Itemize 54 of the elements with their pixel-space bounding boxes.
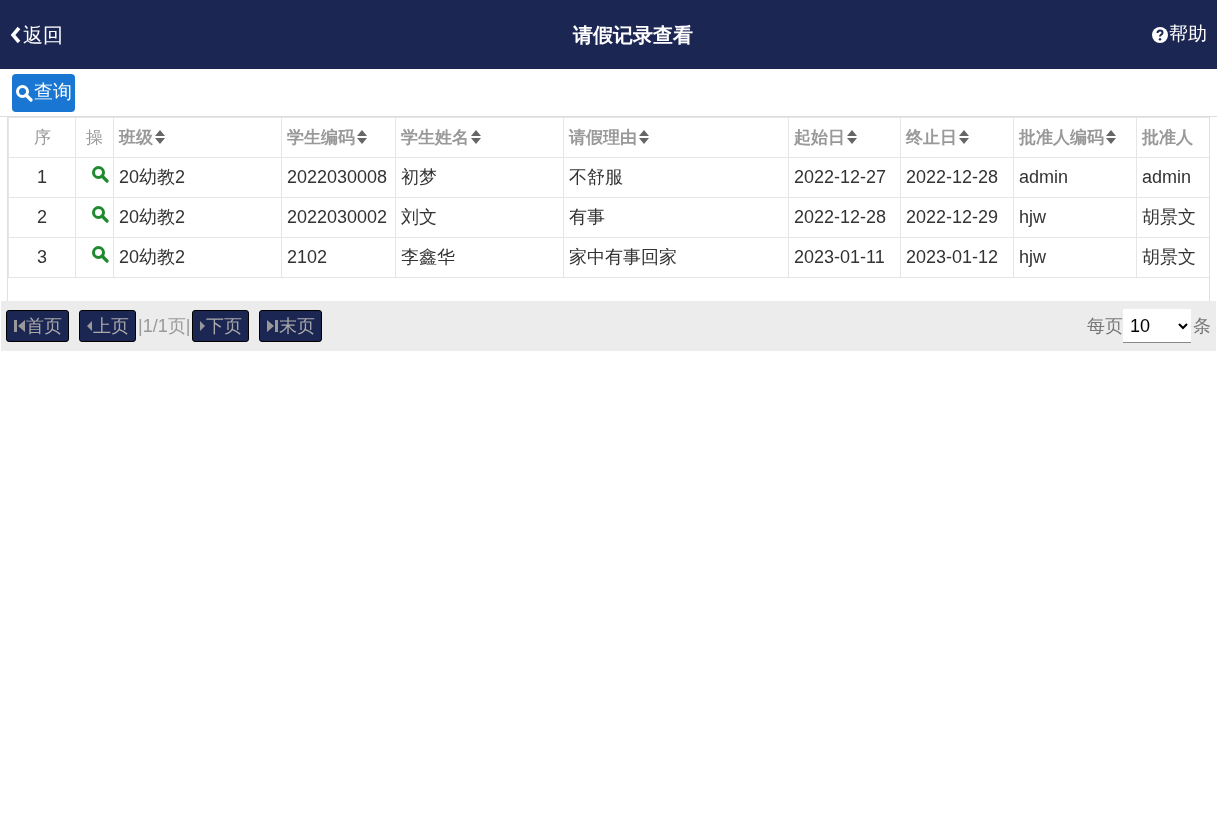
table-cell: 李鑫华 bbox=[395, 237, 564, 278]
chevron-left-icon bbox=[10, 25, 21, 44]
table-cell: 2022030008 bbox=[281, 157, 396, 198]
search-icon[interactable] bbox=[91, 245, 109, 263]
column-header[interactable]: 学生姓名 bbox=[395, 117, 564, 158]
page-info: |1/1页| bbox=[138, 314, 191, 338]
row-number: 2 bbox=[8, 197, 76, 238]
column-header: 操 bbox=[75, 117, 114, 158]
help-icon bbox=[1152, 26, 1168, 43]
table-cell: 2022030002 bbox=[281, 197, 396, 238]
row-number: 1 bbox=[8, 157, 76, 198]
table-cell: 20幼教2 bbox=[113, 157, 282, 198]
search-icon bbox=[15, 83, 33, 102]
column-header[interactable]: 请假理由 bbox=[563, 117, 789, 158]
table-cell: hjw bbox=[1013, 197, 1137, 238]
table-cell: 初梦 bbox=[395, 157, 564, 198]
column-header: 序 bbox=[8, 117, 76, 158]
column-header[interactable]: 终止日 bbox=[900, 117, 1014, 158]
table-cell: 2023-01-11 bbox=[788, 237, 901, 278]
per-page-unit: 条 bbox=[1193, 314, 1211, 338]
column-header[interactable]: 班级 bbox=[113, 117, 282, 158]
first-page-button[interactable]: 首页 bbox=[6, 310, 69, 342]
skip-back-icon bbox=[13, 317, 26, 335]
table-cell: 不舒服 bbox=[563, 157, 789, 198]
per-page-select[interactable]: 10 bbox=[1123, 309, 1191, 343]
table-cell: admin bbox=[1013, 157, 1137, 198]
table-cell: hjw bbox=[1013, 237, 1137, 278]
skip-forward-icon bbox=[266, 317, 280, 335]
table-cell: 刘文 bbox=[395, 197, 564, 238]
table-cell: 2023-01-12 bbox=[900, 237, 1014, 278]
search-icon[interactable] bbox=[91, 205, 109, 223]
page-title: 请假记录查看 bbox=[572, 22, 693, 48]
table-cell: 家中有事回家 bbox=[563, 237, 789, 278]
column-header[interactable]: 批准人编码 bbox=[1013, 117, 1137, 158]
table-cell: 20幼教2 bbox=[113, 237, 282, 278]
search-icon[interactable] bbox=[91, 165, 109, 183]
column-header: 批准人 bbox=[1136, 117, 1209, 158]
column-header[interactable]: 起始日 bbox=[788, 117, 901, 158]
query-button[interactable]: 查询 bbox=[12, 73, 75, 112]
back-button[interactable]: 返回 bbox=[10, 19, 63, 50]
next-page-button[interactable]: 下页 bbox=[192, 310, 250, 342]
table-cell: 2022-12-27 bbox=[788, 157, 901, 198]
table-cell: 20幼教2 bbox=[113, 197, 282, 238]
table-cell: 有事 bbox=[563, 197, 789, 238]
help-button[interactable]: 帮助 bbox=[1152, 20, 1207, 49]
column-header[interactable]: 学生编码 bbox=[281, 117, 396, 158]
table-cell: 2102 bbox=[281, 237, 396, 278]
prev-page-button[interactable]: 上页 bbox=[79, 310, 136, 342]
per-page-label: 每页 bbox=[1087, 314, 1123, 338]
table-cell: 2022-12-28 bbox=[900, 157, 1014, 198]
table-cell: 2022-12-29 bbox=[900, 197, 1014, 238]
last-page-button[interactable]: 末页 bbox=[259, 310, 323, 342]
row-number: 3 bbox=[8, 237, 76, 278]
table-cell: 2022-12-28 bbox=[788, 197, 901, 238]
